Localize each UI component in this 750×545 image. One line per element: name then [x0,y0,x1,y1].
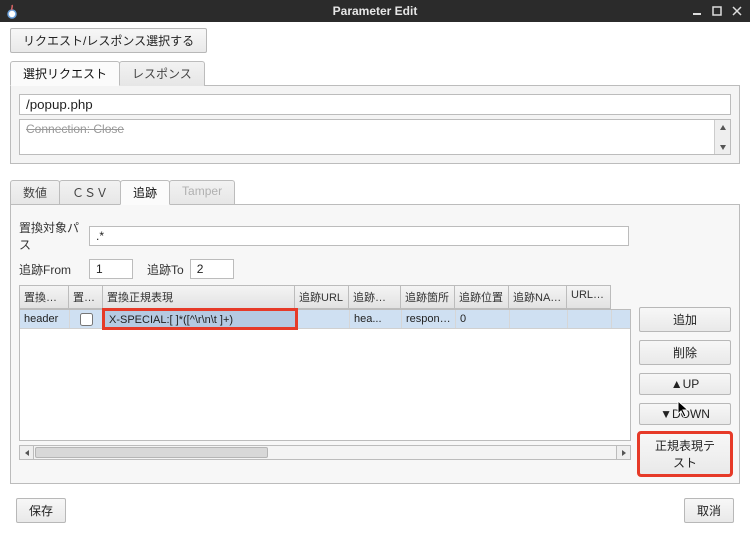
regex-test-button[interactable]: 正規表現テスト [639,433,731,475]
request-preview-box: Connection: Close [19,119,731,155]
upper-panel: Connection: Close [10,85,740,164]
cell-replace-flag[interactable] [70,310,104,328]
add-button[interactable]: 追加 [639,307,731,332]
move-up-button[interactable]: ▲UP [639,373,731,395]
cell-replace-location: header [20,310,70,328]
col-replace-flag[interactable]: 置換し [69,285,103,309]
col-urlenc[interactable]: URLenc [567,285,611,309]
lower-tabs: 数値 ＣＳＶ 追跡 Tamper [10,180,740,205]
maximize-icon[interactable] [710,4,724,18]
track-from-label: 追跡From [19,261,89,278]
request-path-field[interactable] [19,94,731,115]
close-icon[interactable] [730,4,744,18]
track-from-input[interactable] [89,259,133,279]
cell-track-location: response... [402,310,456,328]
side-buttons: 追加 削除 ▲UP ▼DOWN 正規表現テスト [639,285,731,475]
col-replace-regex[interactable]: 置換正規表現 [103,285,295,309]
col-track-url[interactable]: 追跡URL [295,285,349,309]
window-title: Parameter Edit [0,0,750,22]
col-track-location[interactable]: 追跡箇所 [401,285,455,309]
track-to-label: 追跡To [147,261,184,278]
h-scroll-track[interactable] [34,445,616,460]
request-preview-line: Connection: Close [26,122,708,136]
track-to-input[interactable] [190,259,234,279]
h-scroll-thumb[interactable] [35,447,268,458]
move-down-button[interactable]: ▼DOWN [639,403,731,425]
cell-urlenc [568,310,612,328]
scroll-right-icon[interactable] [616,445,631,460]
tab-csv[interactable]: ＣＳＶ [59,180,121,205]
table-row[interactable]: header X-SPECIAL:[ ]*([^\r\n\t ]+) hea..… [20,310,630,329]
replace-flag-checkbox[interactable] [80,313,93,326]
cell-track-url [296,310,350,328]
tab-tamper: Tamper [169,180,235,205]
save-button[interactable]: 保存 [16,498,66,523]
tab-response[interactable]: レスポンス [119,61,205,86]
table-body: header X-SPECIAL:[ ]*([^\r\n\t ]+) hea..… [19,309,631,441]
col-track-name[interactable]: 追跡NAM... [509,285,567,309]
tab-tracking[interactable]: 追跡 [120,180,170,205]
table-h-scrollbar[interactable] [19,445,631,460]
scroll-left-icon[interactable] [19,445,34,460]
select-request-response-button[interactable]: リクエスト/レスポンス選択する [10,28,207,53]
col-track-position[interactable]: 追跡位置 [455,285,509,309]
cell-replace-regex[interactable]: X-SPECIAL:[ ]*([^\r\n\t ]+) [104,310,296,328]
tab-numeric[interactable]: 数値 [10,180,60,205]
titlebar: Parameter Edit [0,0,750,22]
replace-path-label: 置換対象パス [19,219,89,253]
lower-panel: 置換対象パス 追跡From 追跡To 置換箇所 置換し 置換正規表現 追跡URL… [10,204,740,484]
tracking-table-area: 置換箇所 置換し 置換正規表現 追跡URL 追跡正規... 追跡箇所 追跡位置 … [19,285,631,475]
minimize-icon[interactable] [690,4,704,18]
cell-track-position: 0 [456,310,510,328]
upper-tabs: 選択リクエスト レスポンス [10,61,740,86]
vertical-scrollbar[interactable] [714,120,730,154]
replace-path-input[interactable] [89,226,629,246]
cancel-button[interactable]: 取消 [684,498,734,523]
footer-buttons: 保存 取消 [10,498,740,523]
scroll-down-icon[interactable] [715,139,730,154]
table-header: 置換箇所 置換し 置換正規表現 追跡URL 追跡正規... 追跡箇所 追跡位置 … [19,285,631,309]
tab-selected-request[interactable]: 選択リクエスト [10,61,120,86]
scroll-up-icon[interactable] [715,120,730,135]
delete-button[interactable]: 削除 [639,340,731,365]
cell-track-regex: hea... [350,310,402,328]
col-replace-location[interactable]: 置換箇所 [19,285,69,309]
cell-track-name [510,310,568,328]
col-track-regex[interactable]: 追跡正規... [349,285,401,309]
